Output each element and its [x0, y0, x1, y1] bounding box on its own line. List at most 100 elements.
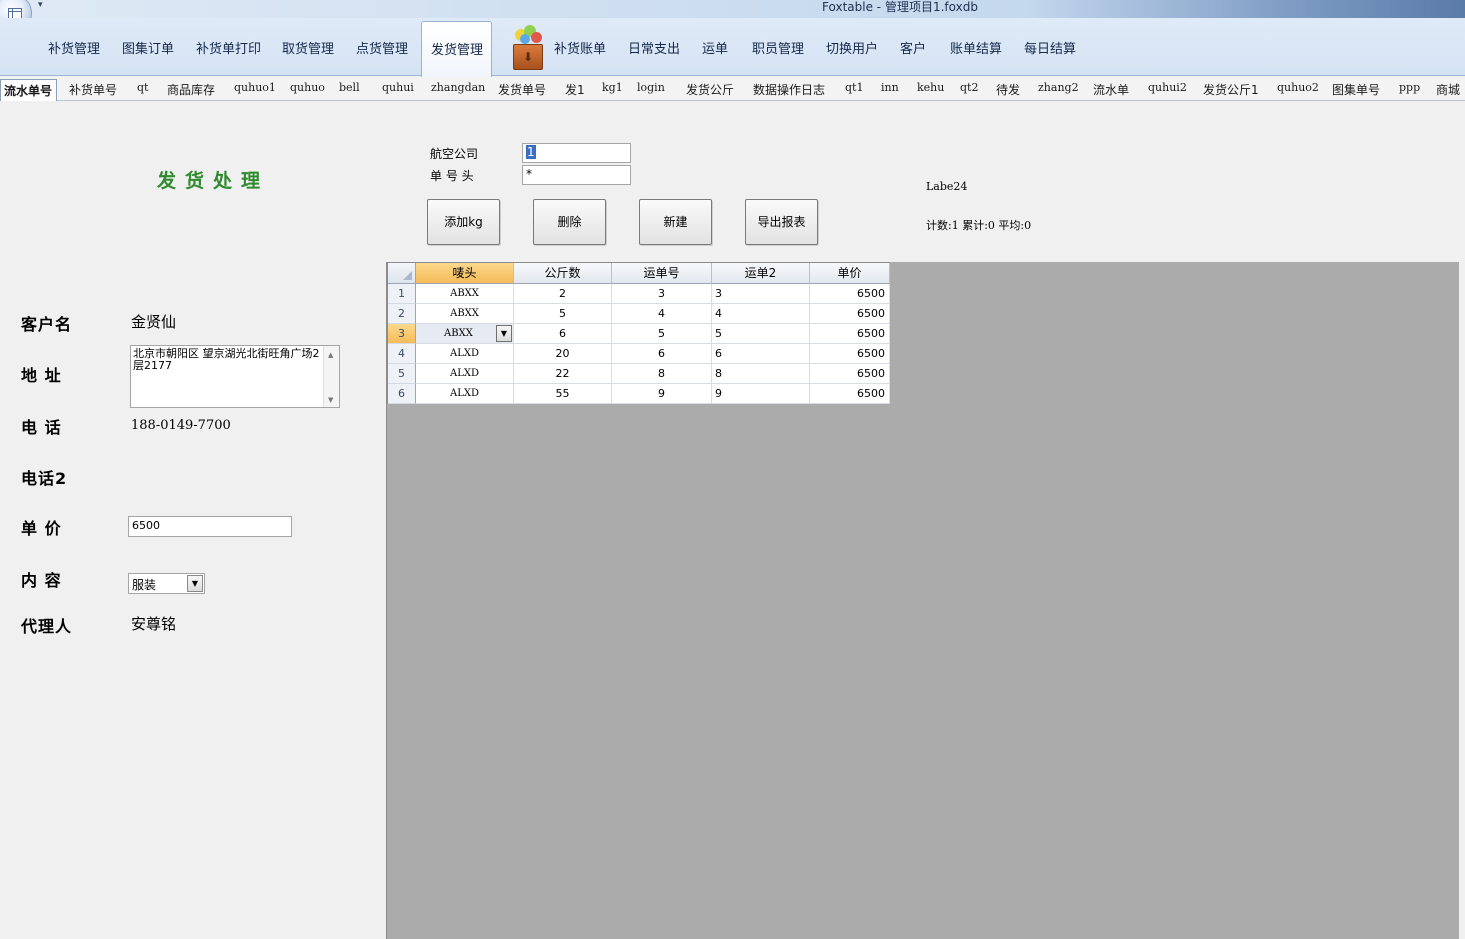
- cell-waybill2[interactable]: 9: [712, 384, 810, 404]
- cell-price[interactable]: 6500: [810, 284, 890, 304]
- sheet-tab-inn[interactable]: inn: [881, 81, 899, 94]
- cell-mark[interactable]: ALXD: [416, 344, 514, 364]
- sheet-tab-restock-no[interactable]: 补货单号: [69, 81, 117, 98]
- select-all-corner[interactable]: [388, 263, 416, 284]
- sheet-tab-fa1[interactable]: 发1: [565, 81, 585, 98]
- cell-kg[interactable]: 20: [514, 344, 612, 364]
- sheet-tab-bell[interactable]: bell: [339, 81, 360, 94]
- row-header-selected[interactable]: 3: [388, 324, 416, 344]
- cell-price[interactable]: 6500: [810, 304, 890, 324]
- scroll-down-icon[interactable]: ▼: [328, 394, 333, 406]
- sheet-tab-zhangdan[interactable]: zhangdan: [431, 81, 485, 94]
- row-header[interactable]: 6: [388, 384, 416, 404]
- sheet-tab-quhuo2[interactable]: quhuo2: [1277, 81, 1319, 94]
- ribbon-tab-restock-print[interactable]: 补货单打印: [196, 38, 261, 57]
- ribbon-tab-restock[interactable]: 补货管理: [48, 38, 100, 57]
- ribbon-tab-shipping[interactable]: 发货管理: [421, 21, 493, 77]
- sheet-tab-quhuo[interactable]: quhuo: [290, 81, 325, 94]
- ribbon-tab-daily-expense[interactable]: 日常支出: [628, 38, 680, 57]
- sheet-tab-inventory[interactable]: 商品库存: [167, 81, 215, 98]
- cell-kg[interactable]: 55: [514, 384, 612, 404]
- cell-price[interactable]: 6500: [810, 364, 890, 384]
- sheet-tab-mall[interactable]: 商城: [1436, 81, 1460, 98]
- cell-waybill2[interactable]: 8: [712, 364, 810, 384]
- cell-waybill[interactable]: 8: [612, 364, 712, 384]
- sheet-tab-pending[interactable]: 待发: [996, 81, 1020, 98]
- cell-waybill2[interactable]: 6: [712, 344, 810, 364]
- row-header[interactable]: 2: [388, 304, 416, 324]
- cell-mark-editor[interactable]: ABXX ▼: [416, 324, 514, 344]
- column-header-waybill[interactable]: 运单号: [612, 263, 712, 284]
- chevron-down-icon[interactable]: ▼: [496, 325, 512, 342]
- cell-kg[interactable]: 2: [514, 284, 612, 304]
- sheet-tab-quhui[interactable]: quhui: [382, 81, 414, 94]
- sheet-tab-qt1[interactable]: qt1: [845, 81, 863, 94]
- sheet-tab-ppp[interactable]: ppp: [1399, 81, 1420, 94]
- sheet-tab-album-no[interactable]: 图集单号: [1332, 81, 1380, 98]
- address-textarea[interactable]: 北京市朝阳区 望京湖光北街旺角广场2层2177 ▲ ▼: [130, 345, 340, 408]
- sheet-tab-login[interactable]: login: [637, 81, 665, 94]
- sheet-tab-ship-no[interactable]: 发货单号: [498, 81, 546, 98]
- ribbon-tab-staff[interactable]: 职员管理: [752, 38, 804, 57]
- sheet-tab-serial-no[interactable]: 流水单号: [0, 79, 58, 101]
- cell-mark[interactable]: ALXD: [416, 364, 514, 384]
- cell-mark[interactable]: ALXD: [416, 384, 514, 404]
- cell-kg[interactable]: 6: [514, 324, 612, 344]
- sheet-tab-ship-kg[interactable]: 发货公斤: [686, 81, 734, 98]
- column-header-kg[interactable]: 公斤数: [514, 263, 612, 284]
- content-select[interactable]: 服装 ▼: [128, 573, 205, 594]
- cell-price[interactable]: 6500: [810, 324, 890, 344]
- sheet-tab-op-log[interactable]: 数据操作日志: [753, 81, 825, 98]
- sheet-tab-quhuo1[interactable]: quhuo1: [234, 81, 276, 94]
- cell-kg[interactable]: 22: [514, 364, 612, 384]
- shipment-grid[interactable]: 唛头 公斤数 运单号 运单2 单价 1 ABXX 2 3 3 6500 2 AB…: [387, 262, 890, 404]
- new-button[interactable]: 新建: [639, 199, 712, 245]
- ribbon-tab-waybill[interactable]: 运单: [702, 38, 728, 57]
- cell-price[interactable]: 6500: [810, 384, 890, 404]
- ribbon-tab-daily-settlement[interactable]: 每日结算: [1024, 38, 1076, 57]
- prefix-input[interactable]: *: [522, 165, 631, 185]
- cell-waybill[interactable]: 6: [612, 344, 712, 364]
- column-header-waybill2[interactable]: 运单2: [712, 263, 810, 284]
- sheet-tab-qt2[interactable]: qt2: [960, 81, 978, 94]
- cell-kg[interactable]: 5: [514, 304, 612, 324]
- sheet-tab-quhui2[interactable]: quhui2: [1148, 81, 1187, 94]
- ribbon-tab-pickup[interactable]: 取货管理: [282, 38, 334, 57]
- scroll-up-icon[interactable]: ▲: [328, 349, 333, 361]
- delete-button[interactable]: 删除: [533, 199, 606, 245]
- price-input[interactable]: 6500: [128, 516, 292, 537]
- address-scrollbar[interactable]: ▲ ▼: [323, 346, 339, 407]
- restock-bill-box-icon[interactable]: [511, 25, 545, 71]
- airline-input[interactable]: 1: [522, 143, 631, 163]
- ribbon-tab-count[interactable]: 点货管理: [356, 38, 408, 57]
- sheet-tab-kg1[interactable]: kg1: [602, 81, 623, 94]
- cell-waybill[interactable]: 9: [612, 384, 712, 404]
- sheet-tab-qt[interactable]: qt: [137, 81, 148, 94]
- column-header-mark[interactable]: 唛头: [416, 263, 514, 284]
- cell-waybill2[interactable]: 4: [712, 304, 810, 324]
- row-header[interactable]: 1: [388, 284, 416, 304]
- sheet-tab-zhang2[interactable]: zhang2: [1038, 81, 1079, 94]
- cell-waybill[interactable]: 5: [612, 324, 712, 344]
- export-report-button[interactable]: 导出报表: [745, 199, 818, 245]
- quick-access-dropdown-icon[interactable]: ▾: [38, 0, 43, 10]
- cell-price[interactable]: 6500: [810, 344, 890, 364]
- row-header[interactable]: 4: [388, 344, 416, 364]
- sheet-tab-ship-kg1[interactable]: 发货公斤1: [1203, 81, 1259, 98]
- cell-waybill[interactable]: 3: [612, 284, 712, 304]
- cell-waybill2[interactable]: 5: [712, 324, 810, 344]
- cell-mark[interactable]: ABXX: [416, 304, 514, 324]
- cell-mark[interactable]: ABXX: [416, 284, 514, 304]
- column-header-price[interactable]: 单价: [810, 263, 890, 284]
- row-header[interactable]: 5: [388, 364, 416, 384]
- ribbon-tab-customer[interactable]: 客户: [900, 38, 926, 57]
- cell-waybill2[interactable]: 3: [712, 284, 810, 304]
- ribbon-tab-restock-bill[interactable]: 补货账单: [554, 38, 606, 57]
- sheet-tab-serial-list[interactable]: 流水单: [1093, 81, 1129, 98]
- chevron-down-icon[interactable]: ▼: [187, 575, 203, 592]
- ribbon-tab-album-orders[interactable]: 图集订单: [122, 38, 174, 57]
- ribbon-tab-switch-user[interactable]: 切换用户: [826, 38, 878, 57]
- ribbon-tab-settlement[interactable]: 账单结算: [950, 38, 1002, 57]
- add-kg-button[interactable]: 添加kg: [427, 199, 500, 245]
- cell-waybill[interactable]: 4: [612, 304, 712, 324]
